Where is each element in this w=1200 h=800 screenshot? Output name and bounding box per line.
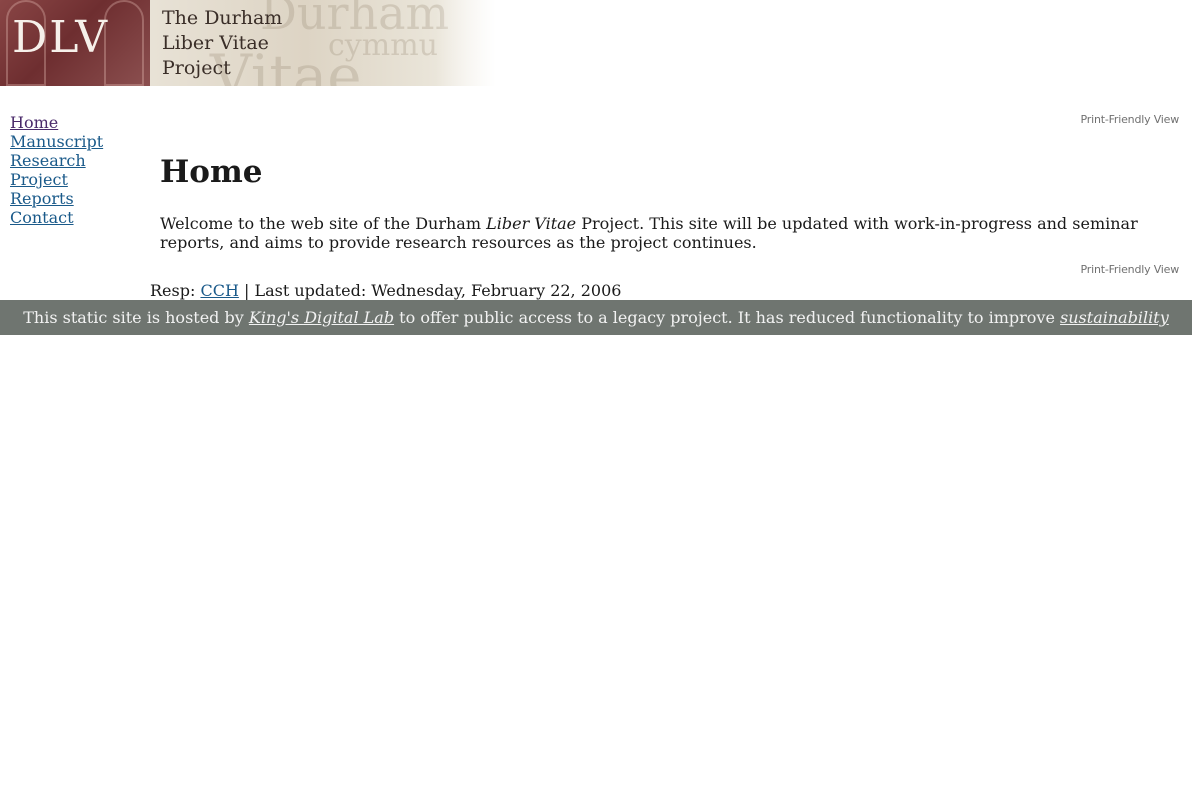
intro-paragraph: Welcome to the web site of the Durham Li… — [160, 214, 1170, 252]
nav-item-research: Research — [10, 151, 103, 170]
banner-title: The Durham Liber Vitae Project — [162, 6, 282, 81]
nav-item-reports: Reports — [10, 189, 103, 208]
nav-link-home[interactable]: Home — [10, 113, 58, 132]
nav-item-manuscript: Manuscript — [10, 132, 103, 151]
hosted-text: This static site is hosted by — [23, 308, 249, 327]
resp-label: Resp: — [150, 281, 201, 300]
banner-title-line: Liber Vitae — [162, 32, 269, 54]
nav-item-contact: Contact — [10, 208, 103, 227]
intro-text: Welcome to the web site of the Durham — [160, 214, 487, 233]
print-friendly-link-top[interactable]: Print-Friendly View — [1081, 113, 1180, 126]
nav-link-project[interactable]: Project — [10, 170, 68, 189]
kings-digital-lab-link[interactable]: King's Digital Lab — [249, 308, 394, 327]
banner-title-area: Durham Vitae cymmu The Durham Liber Vita… — [150, 0, 496, 86]
nav-item-project: Project — [10, 170, 103, 189]
sustainability-link[interactable]: sustainability — [1060, 308, 1169, 327]
banner-background-word: cymmu — [328, 28, 438, 63]
nav-link-manuscript[interactable]: Manuscript — [10, 132, 103, 151]
resp-cch-link[interactable]: CCH — [200, 281, 238, 300]
hosted-text: to offer public access to a legacy proje… — [394, 308, 1061, 327]
resp-line: Resp: CCH | Last updated: Wednesday, Feb… — [150, 281, 621, 300]
nav-link-research[interactable]: Research — [10, 151, 86, 170]
site-banner[interactable]: DLV Durham Vitae cymmu The Durham Liber … — [0, 0, 496, 86]
intro-italic-title: Liber Vitae — [486, 214, 577, 233]
resp-separator: | — [238, 281, 255, 300]
page: DLV Durham Vitae cymmu The Durham Liber … — [0, 0, 1200, 800]
side-nav: Home Manuscript Research Project Reports… — [10, 113, 103, 227]
nav-link-contact[interactable]: Contact — [10, 208, 74, 227]
banner-title-line: The Durham — [162, 7, 283, 29]
nav-link-reports[interactable]: Reports — [10, 189, 74, 208]
dlv-logo: DLV — [0, 0, 150, 86]
logo-arch-ornament — [104, 0, 144, 86]
print-friendly-link-bottom[interactable]: Print-Friendly View — [1081, 263, 1180, 276]
banner-title-line: Project — [162, 57, 231, 79]
logo-letters: DLV — [12, 12, 110, 63]
banner-fade-edge — [436, 0, 496, 86]
last-updated: Last updated: Wednesday, February 22, 20… — [254, 281, 622, 300]
hosted-notice-banner: This static site is hosted by King's Dig… — [0, 300, 1192, 335]
page-title: Home — [160, 154, 263, 190]
nav-item-home: Home — [10, 113, 103, 132]
